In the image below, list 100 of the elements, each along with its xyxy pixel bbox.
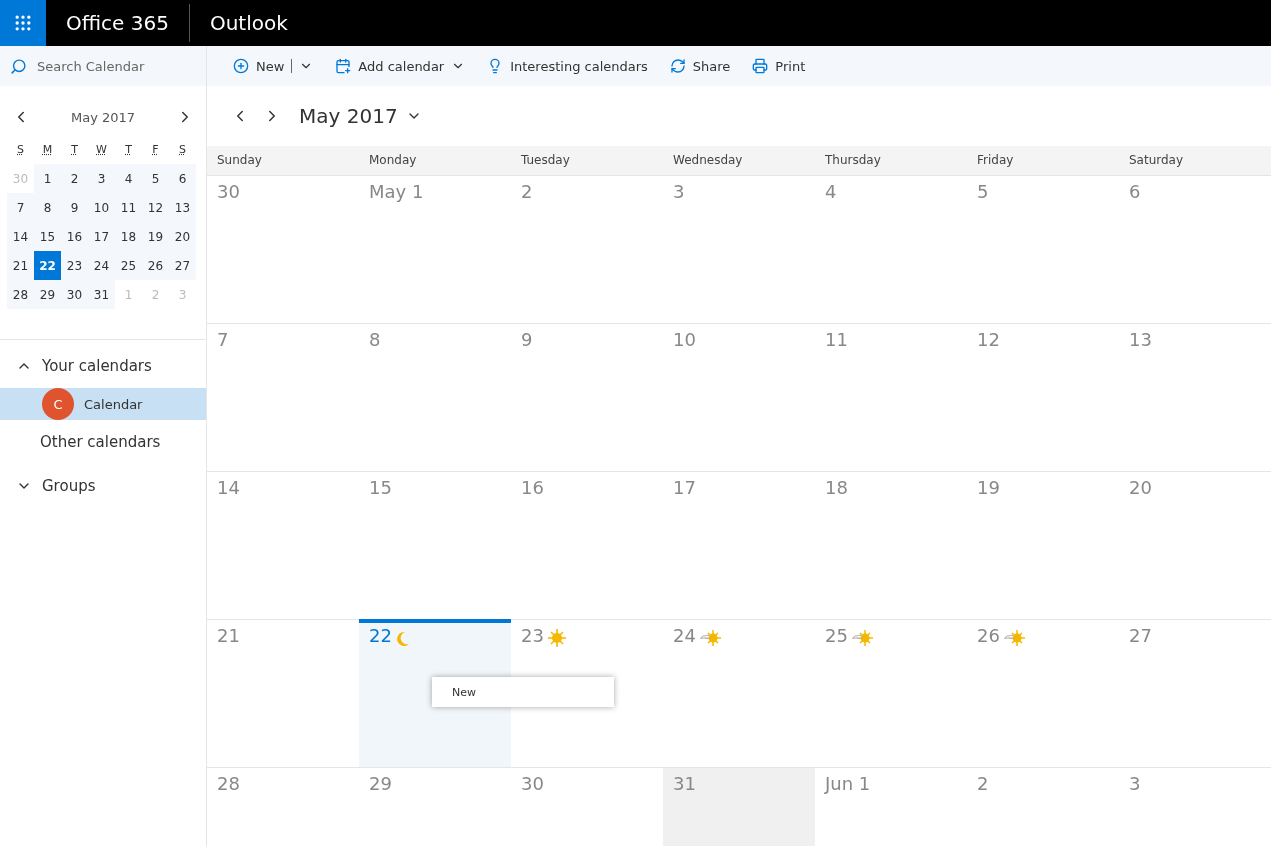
day-number: 21: [217, 625, 240, 646]
mini-calendar-day[interactable]: 24: [88, 251, 115, 280]
mini-calendar-day[interactable]: 27: [169, 251, 196, 280]
cloud-sun-icon: [1003, 629, 1026, 647]
mini-calendar-day[interactable]: 9: [61, 193, 88, 222]
mini-calendar-title: May 2017: [70, 109, 136, 125]
day-number: 30: [217, 181, 240, 202]
calendar-plus-icon: [335, 58, 352, 74]
weekday-letter: S: [178, 142, 187, 158]
search-box[interactable]: Search Calendar: [0, 46, 206, 86]
day-number: 3: [1129, 773, 1141, 794]
mini-calendar-day[interactable]: 13: [169, 193, 196, 222]
day-number: 24: [673, 625, 696, 646]
mini-calendar-day[interactable]: 4: [115, 164, 142, 193]
mini-calendar-day[interactable]: 16: [61, 222, 88, 251]
mini-calendar-day[interactable]: 5: [142, 164, 169, 193]
plus-circle-icon: [233, 58, 249, 74]
day-number: 18: [825, 477, 848, 498]
mini-calendar-day[interactable]: 8: [34, 193, 61, 222]
mini-calendar-day[interactable]: 26: [142, 251, 169, 280]
day-number: 23: [521, 625, 544, 646]
mini-calendar-day[interactable]: 25: [115, 251, 142, 280]
toolbar-button[interactable]: Print: [752, 58, 806, 74]
mini-calendar-day[interactable]: 10: [88, 193, 115, 222]
calendar-name: Calendar: [84, 396, 143, 412]
day-number: 13: [1129, 329, 1152, 350]
day-number: 4: [825, 181, 837, 202]
printer-icon: [752, 58, 769, 74]
weekday-name: Sunday: [216, 152, 263, 169]
app-launcher-button[interactable]: [0, 0, 46, 46]
day-number: 9: [521, 329, 533, 350]
mini-calendar-day[interactable]: 17: [88, 222, 115, 251]
day-number: May 1: [369, 181, 424, 202]
mini-calendar-day[interactable]: 3: [88, 164, 115, 193]
month-title[interactable]: May 2017: [295, 104, 422, 128]
mini-calendar-day[interactable]: 2: [61, 164, 88, 193]
weekday-letter: S: [16, 142, 25, 158]
mini-calendar-day[interactable]: 28: [7, 280, 34, 309]
weekday-name: Monday: [368, 152, 418, 169]
day-number: 25: [825, 625, 848, 646]
grid-icon: [13, 13, 33, 33]
mini-calendar-day[interactable]: 19: [142, 222, 169, 251]
day-number: 2: [521, 181, 533, 202]
mini-calendar-day[interactable]: 18: [115, 222, 142, 251]
suite-title: Office 365: [46, 4, 190, 42]
sun-icon: [547, 629, 566, 647]
mini-calendar-day[interactable]: 7: [7, 193, 34, 222]
day-number: 16: [521, 477, 544, 498]
cloud-sun-icon: [851, 629, 874, 647]
mini-calendar-day[interactable]: 11: [115, 193, 142, 222]
mini-calendar-day[interactable]: 1: [34, 164, 61, 193]
day-number: 2: [977, 773, 989, 794]
toolbar-button[interactable]: Share: [669, 58, 731, 74]
day-number: 22: [369, 625, 392, 646]
mini-calendar-day[interactable]: 20: [169, 222, 196, 251]
weekday-letter: W: [95, 142, 108, 158]
toolbar-button[interactable]: New: [233, 58, 314, 74]
calendar-item[interactable]: C Calendar: [0, 388, 206, 420]
toolbar-button[interactable]: Add calendar: [335, 58, 466, 74]
day-number: 6: [1129, 181, 1141, 202]
day-number: 12: [977, 329, 1000, 350]
mini-calendar-day[interactable]: 30: [61, 280, 88, 309]
day-number: 14: [217, 477, 240, 498]
day-number: 26: [977, 625, 1000, 646]
app-title: Outlook: [208, 11, 289, 35]
day-number: 31: [673, 773, 696, 794]
moon-icon: [395, 631, 410, 647]
weekday-letter: F: [151, 142, 160, 158]
day-number: 5: [977, 181, 989, 202]
search-field[interactable]: Search Calendar: [35, 57, 189, 75]
calendar-group-header[interactable]: Your calendars: [0, 344, 206, 388]
calendar-group-header[interactable]: Groups: [0, 464, 206, 508]
cloud-sun-icon: [699, 629, 722, 647]
mini-calendar-day[interactable]: 14: [7, 222, 34, 251]
menu-item[interactable]: New: [432, 677, 614, 707]
mini-calendar-day[interactable]: 6: [169, 164, 196, 193]
toolbar-button[interactable]: Interesting calendars: [487, 58, 648, 74]
day-number: 28: [217, 773, 240, 794]
day-number: 7: [217, 329, 229, 350]
mini-calendar-day[interactable]: 12: [142, 193, 169, 222]
mini-calendar-day[interactable]: 23: [61, 251, 88, 280]
day-number: Jun 1: [825, 773, 871, 794]
day-number: 8: [369, 329, 381, 350]
day-number: 29: [369, 773, 392, 794]
mini-calendar-day[interactable]: 22: [34, 251, 61, 280]
weekday-name: Saturday: [1128, 152, 1185, 169]
weekday-name: Thursday: [824, 152, 882, 169]
calendar-group-header[interactable]: Other calendars: [0, 420, 206, 464]
mini-calendar-day[interactable]: 31: [88, 280, 115, 309]
weekday-letter: M: [41, 142, 54, 158]
day-number: 19: [977, 477, 1000, 498]
day-number: 15: [369, 477, 392, 498]
day-number: 20: [1129, 477, 1152, 498]
weekday-name: Wednesday: [672, 152, 744, 169]
weekday-letter: T: [124, 142, 133, 158]
mini-calendar-day[interactable]: 29: [34, 280, 61, 309]
day-number: 11: [825, 329, 848, 350]
mini-calendar-day[interactable]: 15: [34, 222, 61, 251]
day-number: 30: [521, 773, 544, 794]
mini-calendar-day[interactable]: 21: [7, 251, 34, 280]
